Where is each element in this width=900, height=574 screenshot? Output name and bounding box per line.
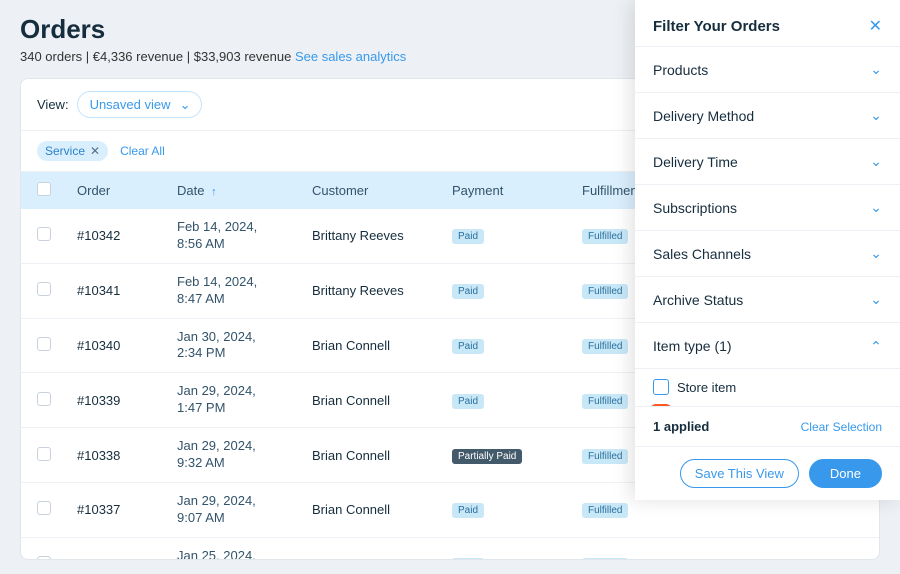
row-checkbox[interactable]: [37, 282, 51, 296]
col-date[interactable]: Date ↑: [177, 183, 312, 198]
table-row[interactable]: #10336Jan 25, 2024,5:34 PMBob IvePaid Ful…: [21, 538, 879, 559]
order-customer: Brian Connell: [312, 502, 452, 517]
order-date: Jan 29, 2024,9:07 AM: [177, 493, 312, 527]
filter-section[interactable]: Sales Channels ⌄: [635, 231, 900, 277]
row-checkbox[interactable]: [37, 447, 51, 461]
payment-badge: Paid: [452, 284, 484, 299]
close-icon[interactable]: ✕: [869, 16, 882, 36]
filter-option-label: Store item: [677, 380, 736, 395]
chevron-down-icon: ⌄: [870, 245, 882, 262]
select-all-checkbox[interactable]: [37, 182, 51, 196]
filter-section[interactable]: Delivery Time ⌄: [635, 139, 900, 185]
order-id: #10338: [77, 448, 177, 463]
filter-options: Store itemService: [635, 369, 900, 406]
chevron-down-icon: ⌄: [870, 61, 882, 78]
fulfillment-badge: Fulfilled: [582, 449, 628, 464]
col-customer[interactable]: Customer: [312, 183, 452, 198]
chevron-up-icon: ⌄: [870, 337, 882, 354]
order-date: Jan 25, 2024,5:34 PM: [177, 548, 312, 559]
row-checkbox[interactable]: [37, 227, 51, 241]
summary-orders: 340 orders: [20, 49, 82, 64]
order-date: Feb 14, 2024,8:56 AM: [177, 219, 312, 253]
summary-rev-usd: $33,903 revenue: [194, 49, 292, 64]
col-payment[interactable]: Payment: [452, 183, 582, 198]
filter-section-label: Item type (1): [653, 338, 732, 354]
save-view-button[interactable]: Save This View: [680, 459, 799, 488]
fulfillment-badge: Fulfilled: [582, 503, 628, 518]
chevron-down-icon: ⌄: [870, 291, 882, 308]
filter-section[interactable]: Subscriptions ⌄: [635, 185, 900, 231]
fulfillment-badge: Fulfilled: [582, 229, 628, 244]
sales-analytics-link[interactable]: See sales analytics: [295, 49, 406, 64]
filter-section-label: Delivery Time: [653, 154, 738, 170]
filter-section-label: Products: [653, 62, 708, 78]
order-customer: Brian Connell: [312, 448, 452, 463]
order-id: #10337: [77, 502, 177, 517]
filter-section-label: Archive Status: [653, 292, 743, 308]
checkbox[interactable]: [653, 379, 669, 395]
clear-all-link[interactable]: Clear All: [120, 144, 165, 158]
order-customer: Brittany Reeves: [312, 228, 452, 243]
order-date: Feb 14, 2024,8:47 AM: [177, 274, 312, 308]
sort-asc-icon: ↑: [211, 186, 217, 198]
payment-badge: Partially Paid: [452, 449, 522, 464]
fulfillment-badge: Fulfilled: [582, 558, 628, 559]
row-checkbox[interactable]: [37, 556, 51, 559]
order-date: Jan 29, 2024,9:32 AM: [177, 438, 312, 472]
filter-section-item-type[interactable]: Item type (1) ⌄: [635, 323, 900, 369]
done-button[interactable]: Done: [809, 459, 882, 488]
chevron-down-icon: ⌄: [870, 199, 882, 216]
order-id: #10339: [77, 393, 177, 408]
order-date: Jan 29, 2024,1:47 PM: [177, 383, 312, 417]
payment-badge: Paid: [452, 558, 484, 559]
filter-drawer: Filter Your Orders ✕ Products⌄Delivery M…: [635, 0, 900, 500]
filter-section[interactable]: Archive Status ⌄: [635, 277, 900, 323]
fulfillment-badge: Fulfilled: [582, 394, 628, 409]
order-customer: Bob Ive: [312, 557, 452, 559]
order-id: #10341: [77, 283, 177, 298]
chip-label: Service: [45, 144, 85, 158]
applied-count: 1 applied: [653, 419, 709, 434]
view-label: View:: [37, 97, 69, 112]
clear-selection-link[interactable]: Clear Selection: [801, 420, 882, 434]
drawer-title: Filter Your Orders: [653, 18, 780, 35]
chevron-down-icon: ⌄: [870, 107, 882, 124]
chip-remove-icon[interactable]: ✕: [90, 144, 100, 158]
order-customer: Brittany Reeves: [312, 283, 452, 298]
filter-section[interactable]: Delivery Method ⌄: [635, 93, 900, 139]
order-id: #10340: [77, 338, 177, 353]
order-date: Jan 30, 2024,2:34 PM: [177, 329, 312, 363]
row-checkbox[interactable]: [37, 501, 51, 515]
filter-section[interactable]: Products ⌄: [635, 47, 900, 93]
summary-rev-eur: €4,336 revenue: [93, 49, 183, 64]
chevron-down-icon: ⌄: [180, 97, 191, 113]
fulfillment-badge: Fulfilled: [582, 284, 628, 299]
col-date-label: Date: [177, 183, 204, 198]
row-checkbox[interactable]: [37, 337, 51, 351]
chevron-down-icon: ⌄: [870, 153, 882, 170]
view-select[interactable]: Unsaved view ⌄: [77, 91, 202, 118]
payment-badge: Paid: [452, 394, 484, 409]
filter-section-label: Sales Channels: [653, 246, 751, 262]
order-customer: Brian Connell: [312, 393, 452, 408]
order-id: #10336: [77, 557, 177, 559]
filter-option[interactable]: Store item: [653, 373, 882, 401]
view-select-value: Unsaved view: [90, 97, 171, 112]
filter-chip-service[interactable]: Service ✕: [37, 141, 108, 161]
filter-section-label: Delivery Method: [653, 108, 754, 124]
col-order[interactable]: Order: [77, 183, 177, 198]
filter-section-label: Subscriptions: [653, 200, 737, 216]
order-customer: Brian Connell: [312, 338, 452, 353]
payment-badge: Paid: [452, 229, 484, 244]
order-id: #10342: [77, 228, 177, 243]
payment-badge: Paid: [452, 339, 484, 354]
fulfillment-badge: Fulfilled: [582, 339, 628, 354]
row-checkbox[interactable]: [37, 392, 51, 406]
payment-badge: Paid: [452, 503, 484, 518]
